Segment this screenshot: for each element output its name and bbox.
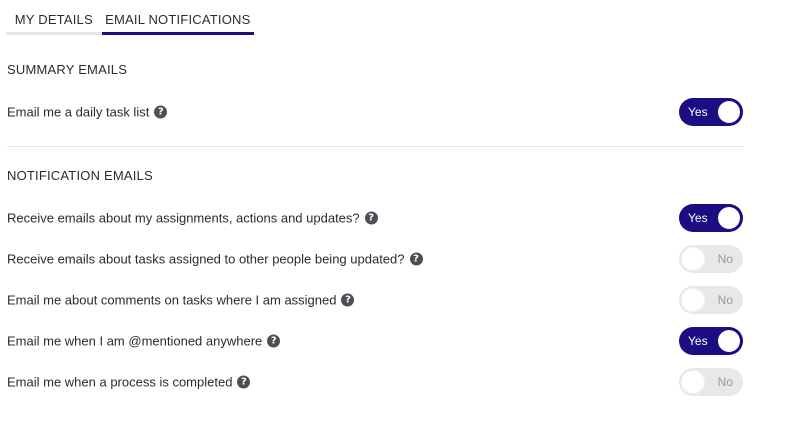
toggle-knob	[682, 248, 704, 270]
tab-bar: MY DETAILS EMAIL NOTIFICATIONS	[6, 0, 254, 35]
question-icon[interactable]: ?	[154, 105, 168, 119]
toggle-state-label: Yes	[688, 211, 708, 225]
section-divider	[7, 146, 743, 147]
mentions-toggle[interactable]: Yes	[679, 327, 743, 355]
setting-label: Email me a daily task list	[7, 104, 150, 120]
tab-email-notifications[interactable]: EMAIL NOTIFICATIONS	[101, 0, 254, 35]
summary-emails-heading: SUMMARY EMAILS	[7, 62, 128, 77]
setting-label: Email me when a process is completed	[7, 374, 233, 390]
setting-row-process-completed: Email me when a process is completed ? N…	[7, 367, 743, 397]
process-completed-toggle[interactable]: No	[679, 368, 743, 396]
setting-label: Email me when I am @mentioned anywhere	[7, 333, 263, 349]
tab-my-details[interactable]: MY DETAILS	[6, 0, 102, 35]
question-icon[interactable]: ?	[237, 375, 251, 389]
toggle-knob	[682, 371, 704, 393]
setting-label: Receive emails about my assignments, act…	[7, 210, 360, 226]
setting-label: Email me about comments on tasks where I…	[7, 292, 337, 308]
question-icon[interactable]: ?	[341, 293, 355, 307]
setting-row-comments: Email me about comments on tasks where I…	[7, 285, 743, 315]
setting-label: Receive emails about tasks assigned to o…	[7, 251, 405, 267]
toggle-knob	[718, 101, 740, 123]
comments-toggle[interactable]: No	[679, 286, 743, 314]
toggle-state-label: Yes	[688, 334, 708, 348]
setting-row-others-tasks: Receive emails about tasks assigned to o…	[7, 244, 743, 274]
assignments-toggle[interactable]: Yes	[679, 204, 743, 232]
email-notifications-page: MY DETAILS EMAIL NOTIFICATIONS SUMMARY E…	[0, 0, 800, 442]
question-icon[interactable]: ?	[267, 334, 281, 348]
setting-row-daily-task-list: Email me a daily task list ? Yes	[7, 97, 743, 127]
toggle-knob	[718, 330, 740, 352]
toggle-state-label: No	[717, 293, 733, 307]
question-icon[interactable]: ?	[364, 211, 378, 225]
toggle-state-label: Yes	[688, 105, 708, 119]
toggle-knob	[718, 207, 740, 229]
notification-emails-heading: NOTIFICATION EMAILS	[7, 168, 153, 183]
setting-row-mentions: Email me when I am @mentioned anywhere ?…	[7, 326, 743, 356]
others-tasks-toggle[interactable]: No	[679, 245, 743, 273]
daily-task-list-toggle[interactable]: Yes	[679, 98, 743, 126]
toggle-state-label: No	[717, 252, 733, 266]
toggle-knob	[682, 289, 704, 311]
question-icon[interactable]: ?	[409, 252, 423, 266]
setting-row-assignments: Receive emails about my assignments, act…	[7, 203, 743, 233]
toggle-state-label: No	[717, 375, 733, 389]
